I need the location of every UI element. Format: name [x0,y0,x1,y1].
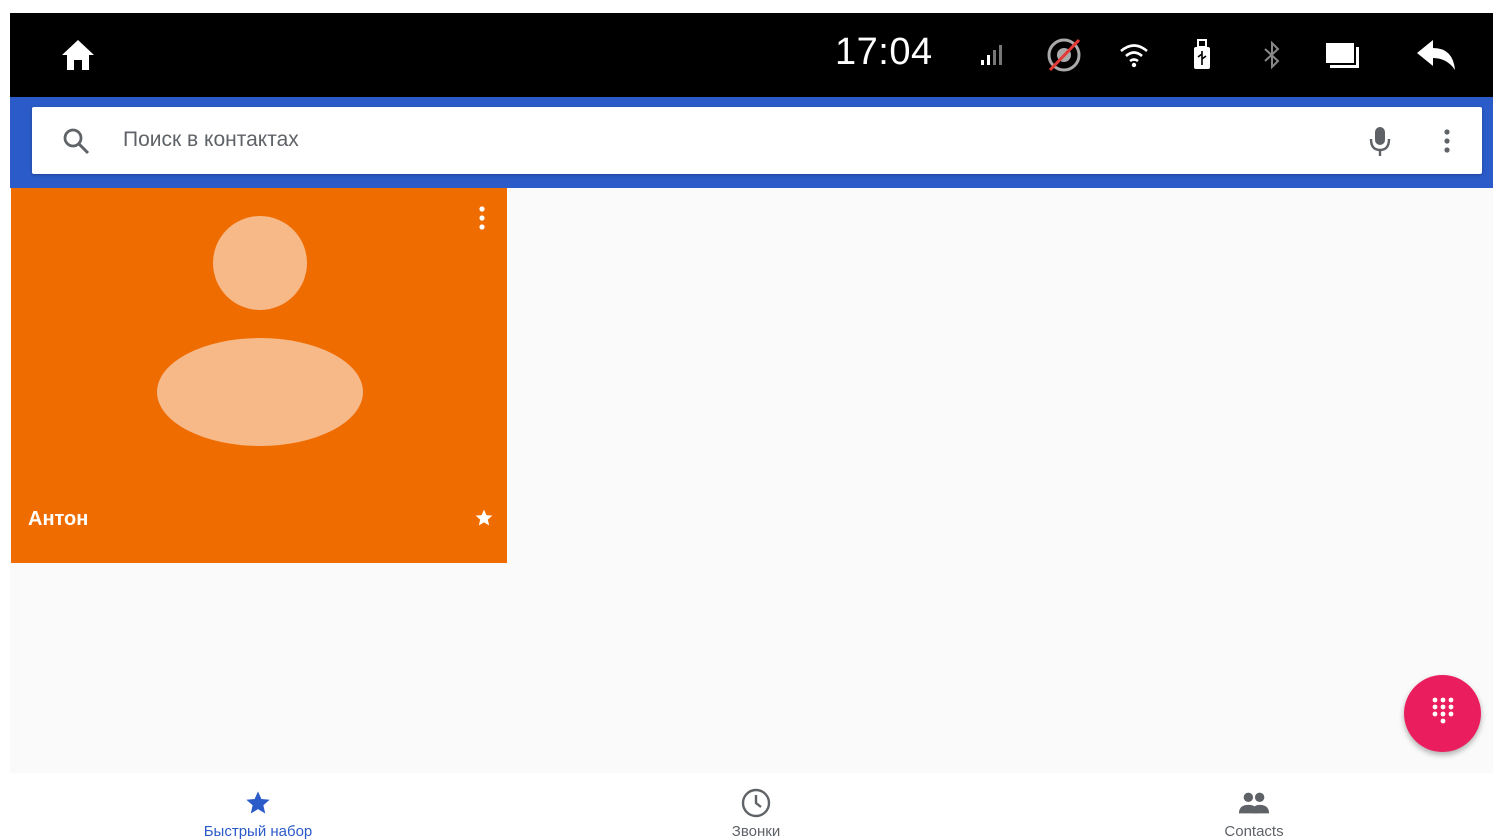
more-vert-icon[interactable] [1440,127,1454,155]
search-icon[interactable] [62,127,90,155]
tile-more-vert-icon[interactable] [475,205,489,231]
gps-off-icon [1044,35,1084,75]
tab-contacts[interactable]: Contacts [1104,773,1404,840]
avatar-placeholder-icon [157,216,363,453]
usb-icon [1188,35,1216,75]
signal-icon [976,35,1012,75]
back-icon[interactable] [1414,35,1458,75]
tab-label: Contacts [1224,823,1284,840]
search-box[interactable]: Поиск в контактах [32,107,1482,174]
star-icon [242,787,274,819]
search-bar-container: Поиск в контактах [10,97,1493,188]
dialpad-button[interactable] [1404,675,1481,752]
favorite-contact-tile[interactable]: Антон [11,188,507,563]
tab-calls[interactable]: Звонки [606,773,906,840]
phone-app-screen: 17:04 Поиск в контактах Антон Быстрый на… [10,13,1493,840]
tab-label: Звонки [731,823,781,840]
mic-icon[interactable] [1369,125,1391,157]
clock-icon [740,787,772,819]
bluetooth-icon [1258,35,1286,75]
contact-name: Антон [28,508,89,530]
star-icon[interactable] [474,508,494,528]
search-input[interactable]: Поиск в контактах [123,128,299,152]
home-icon[interactable] [58,35,98,75]
clock-time: 17:04 [835,31,933,73]
bottom-navigation: Быстрый набор Звонки Contacts [10,773,1493,840]
tab-speed-dial[interactable]: Быстрый набор [108,773,408,840]
people-icon [1238,787,1270,819]
screen-icon [1322,35,1362,75]
dialpad-icon [1430,696,1456,731]
status-bar: 17:04 [10,13,1493,97]
tab-label: Быстрый набор [203,823,313,840]
wifi-icon [1116,35,1152,75]
